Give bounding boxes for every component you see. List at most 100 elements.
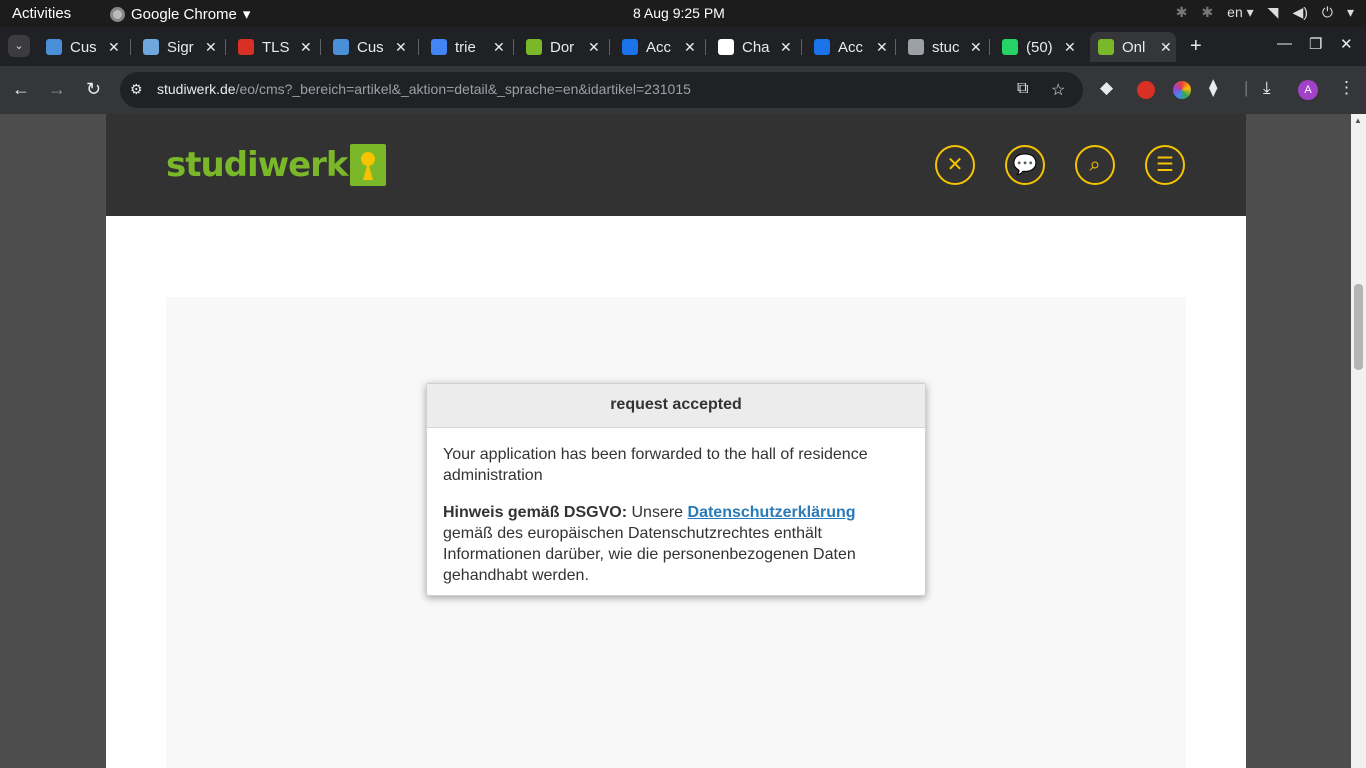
- url-path: /eo/cms?_bereich=artikel&_aktion=detail&…: [235, 81, 691, 97]
- tab-close-icon[interactable]: ✕: [1064, 39, 1076, 56]
- tab-search-button[interactable]: ⌄: [8, 35, 30, 57]
- site-info-icon[interactable]: ⚙: [130, 81, 143, 98]
- site-header: studiwerk ✕ 💬 ⌕ ☰: [106, 114, 1246, 216]
- clock[interactable]: 8 Aug 9:25 PM: [633, 5, 725, 21]
- activities-button[interactable]: Activities: [12, 5, 71, 22]
- extension-eraser-icon[interactable]: ◆: [1100, 78, 1113, 98]
- tab-favicon-icon: [1002, 39, 1018, 55]
- tab-favicon-icon: [46, 39, 62, 55]
- keyhole-icon: [349, 144, 386, 186]
- browser-tab[interactable]: TLS ✕: [230, 32, 316, 62]
- tab-close-icon[interactable]: ✕: [205, 39, 217, 56]
- tab-title: Onl: [1122, 38, 1146, 56]
- site-container: studiwerk ✕ 💬 ⌕ ☰ request accepted Your …: [106, 114, 1246, 768]
- menu-icon[interactable]: ☰: [1145, 145, 1185, 185]
- extension-color-icon[interactable]: [1173, 81, 1191, 99]
- notice-suffix: gemäß des europäischen Datenschutzrechte…: [443, 525, 856, 584]
- system-tray[interactable]: ✱ ✱ en ▾ ◥ ◀) ⏻ ▾: [1176, 4, 1354, 21]
- bluetooth-icon-2: ✱: [1201, 4, 1214, 20]
- tab-favicon-icon: [238, 39, 254, 55]
- browser-tab[interactable]: Cha ✕: [710, 32, 796, 62]
- tab-separator: [895, 39, 896, 55]
- tab-separator: [418, 39, 419, 55]
- tab-favicon-icon: [908, 39, 924, 55]
- bookmark-star-icon[interactable]: ☆: [1051, 80, 1065, 100]
- extensions-puzzle-icon[interactable]: ⧫: [1209, 78, 1217, 98]
- tab-favicon-icon: [431, 39, 447, 55]
- forward-button[interactable]: →: [48, 79, 66, 100]
- tab-title: stuc: [932, 38, 960, 56]
- tab-close-icon[interactable]: ✕: [395, 39, 407, 56]
- extension-translate-icon[interactable]: [1137, 81, 1155, 99]
- studiwerk-logo[interactable]: studiwerk: [166, 144, 386, 186]
- privacy-policy-link[interactable]: Datenschutzerklärung: [688, 504, 856, 521]
- app-menu[interactable]: Google Chrome ▾: [110, 5, 250, 23]
- tab-favicon-icon: [814, 39, 830, 55]
- browser-tab[interactable]: Acc ✕: [806, 32, 892, 62]
- new-tab-button[interactable]: +: [1190, 35, 1202, 58]
- tab-close-icon[interactable]: ✕: [588, 39, 600, 56]
- tab-close-icon[interactable]: ✕: [1160, 39, 1172, 56]
- downloads-icon[interactable]: ⤓: [1263, 78, 1271, 98]
- browser-tab[interactable]: Acc ✕: [614, 32, 700, 62]
- back-button[interactable]: ←: [12, 79, 30, 100]
- tab-close-icon[interactable]: ✕: [876, 39, 888, 56]
- tab-strip: ⌄ Cus ✕ Sigr ✕ TLS ✕ Cus ✕ trie ✕ Dor ✕ Acc ✕ Cha ✕ Acc ✕…: [0, 27, 1366, 66]
- install-app-icon[interactable]: ⧉: [1017, 80, 1028, 98]
- tab-favicon-icon: [143, 39, 159, 55]
- tab-close-icon[interactable]: ✕: [108, 39, 120, 56]
- page-scrollbar[interactable]: ▲: [1351, 114, 1366, 768]
- browser-tab[interactable]: Cus ✕: [38, 32, 124, 62]
- address-bar[interactable]: ⚙ studiwerk.de/eo/cms?_bereich=artikel&_…: [120, 72, 1083, 108]
- tab-close-icon[interactable]: ✕: [493, 39, 505, 56]
- tab-separator: [130, 39, 131, 55]
- tab-title: trie: [455, 38, 476, 56]
- browser-tab[interactable]: Sigr ✕: [135, 32, 221, 62]
- browser-tab[interactable]: trie ✕: [423, 32, 509, 62]
- language-indicator[interactable]: en ▾: [1227, 4, 1254, 21]
- minimize-icon[interactable]: —: [1277, 35, 1292, 52]
- tab-separator: [705, 39, 706, 55]
- tab-title: Cha: [742, 38, 770, 56]
- browser-tab[interactable]: (50) ✕: [994, 32, 1080, 62]
- tab-favicon-icon: [718, 39, 734, 55]
- scroll-up-arrow[interactable]: ▲: [1354, 116, 1362, 125]
- tab-separator: [513, 39, 514, 55]
- wifi-icon: ◥: [1267, 4, 1279, 20]
- browser-toolbar: ← → ↻ ⚙ studiwerk.de/eo/cms?_bereich=art…: [0, 66, 1366, 114]
- tab-title: (50): [1026, 38, 1053, 56]
- browser-tab[interactable]: stuc ✕: [900, 32, 986, 62]
- close-window-icon[interactable]: ✕: [1340, 35, 1353, 53]
- chat-icon[interactable]: 💬: [1005, 145, 1045, 185]
- tab-title: Cus: [357, 38, 384, 56]
- chevron-down-icon: ▾: [1346, 4, 1354, 20]
- dialog-title: request accepted: [427, 384, 925, 428]
- tab-separator: [225, 39, 226, 55]
- reload-button[interactable]: ↻: [86, 79, 101, 100]
- browser-tab[interactable]: Cus ✕: [325, 32, 411, 62]
- tab-close-icon[interactable]: ✕: [684, 39, 696, 56]
- app-menu-label: Google Chrome: [131, 5, 237, 23]
- tab-favicon-icon: [1098, 39, 1114, 55]
- search-icon[interactable]: ⌕: [1075, 145, 1115, 185]
- browser-tab[interactable]: Dor ✕: [518, 32, 604, 62]
- chrome-menu-icon[interactable]: ⋮: [1338, 78, 1355, 98]
- browser-tab[interactable]: Onl ✕: [1090, 32, 1176, 62]
- tab-favicon-icon: [622, 39, 638, 55]
- dialog-body: Your application has been forwarded to t…: [427, 428, 925, 586]
- chrome-icon: [110, 6, 125, 22]
- chevron-down-icon: ▾: [242, 6, 251, 23]
- restore-icon[interactable]: ❐: [1309, 35, 1322, 53]
- tab-close-icon[interactable]: ✕: [780, 39, 792, 56]
- tab-title: TLS: [262, 38, 290, 56]
- tab-close-icon[interactable]: ✕: [300, 39, 312, 56]
- bluetooth-icon: ✱: [1175, 4, 1188, 20]
- logo-wordmark: studiwerk: [166, 145, 349, 185]
- tab-close-icon[interactable]: ✕: [970, 39, 982, 56]
- tab-title: Acc: [838, 38, 864, 56]
- cutlery-icon[interactable]: ✕: [935, 145, 975, 185]
- url-text[interactable]: studiwerk.de/eo/cms?_bereich=artikel&_ak…: [157, 81, 691, 97]
- tab-title: Cus: [70, 38, 97, 56]
- scrollbar-thumb[interactable]: [1354, 284, 1363, 370]
- profile-avatar[interactable]: A: [1298, 80, 1318, 100]
